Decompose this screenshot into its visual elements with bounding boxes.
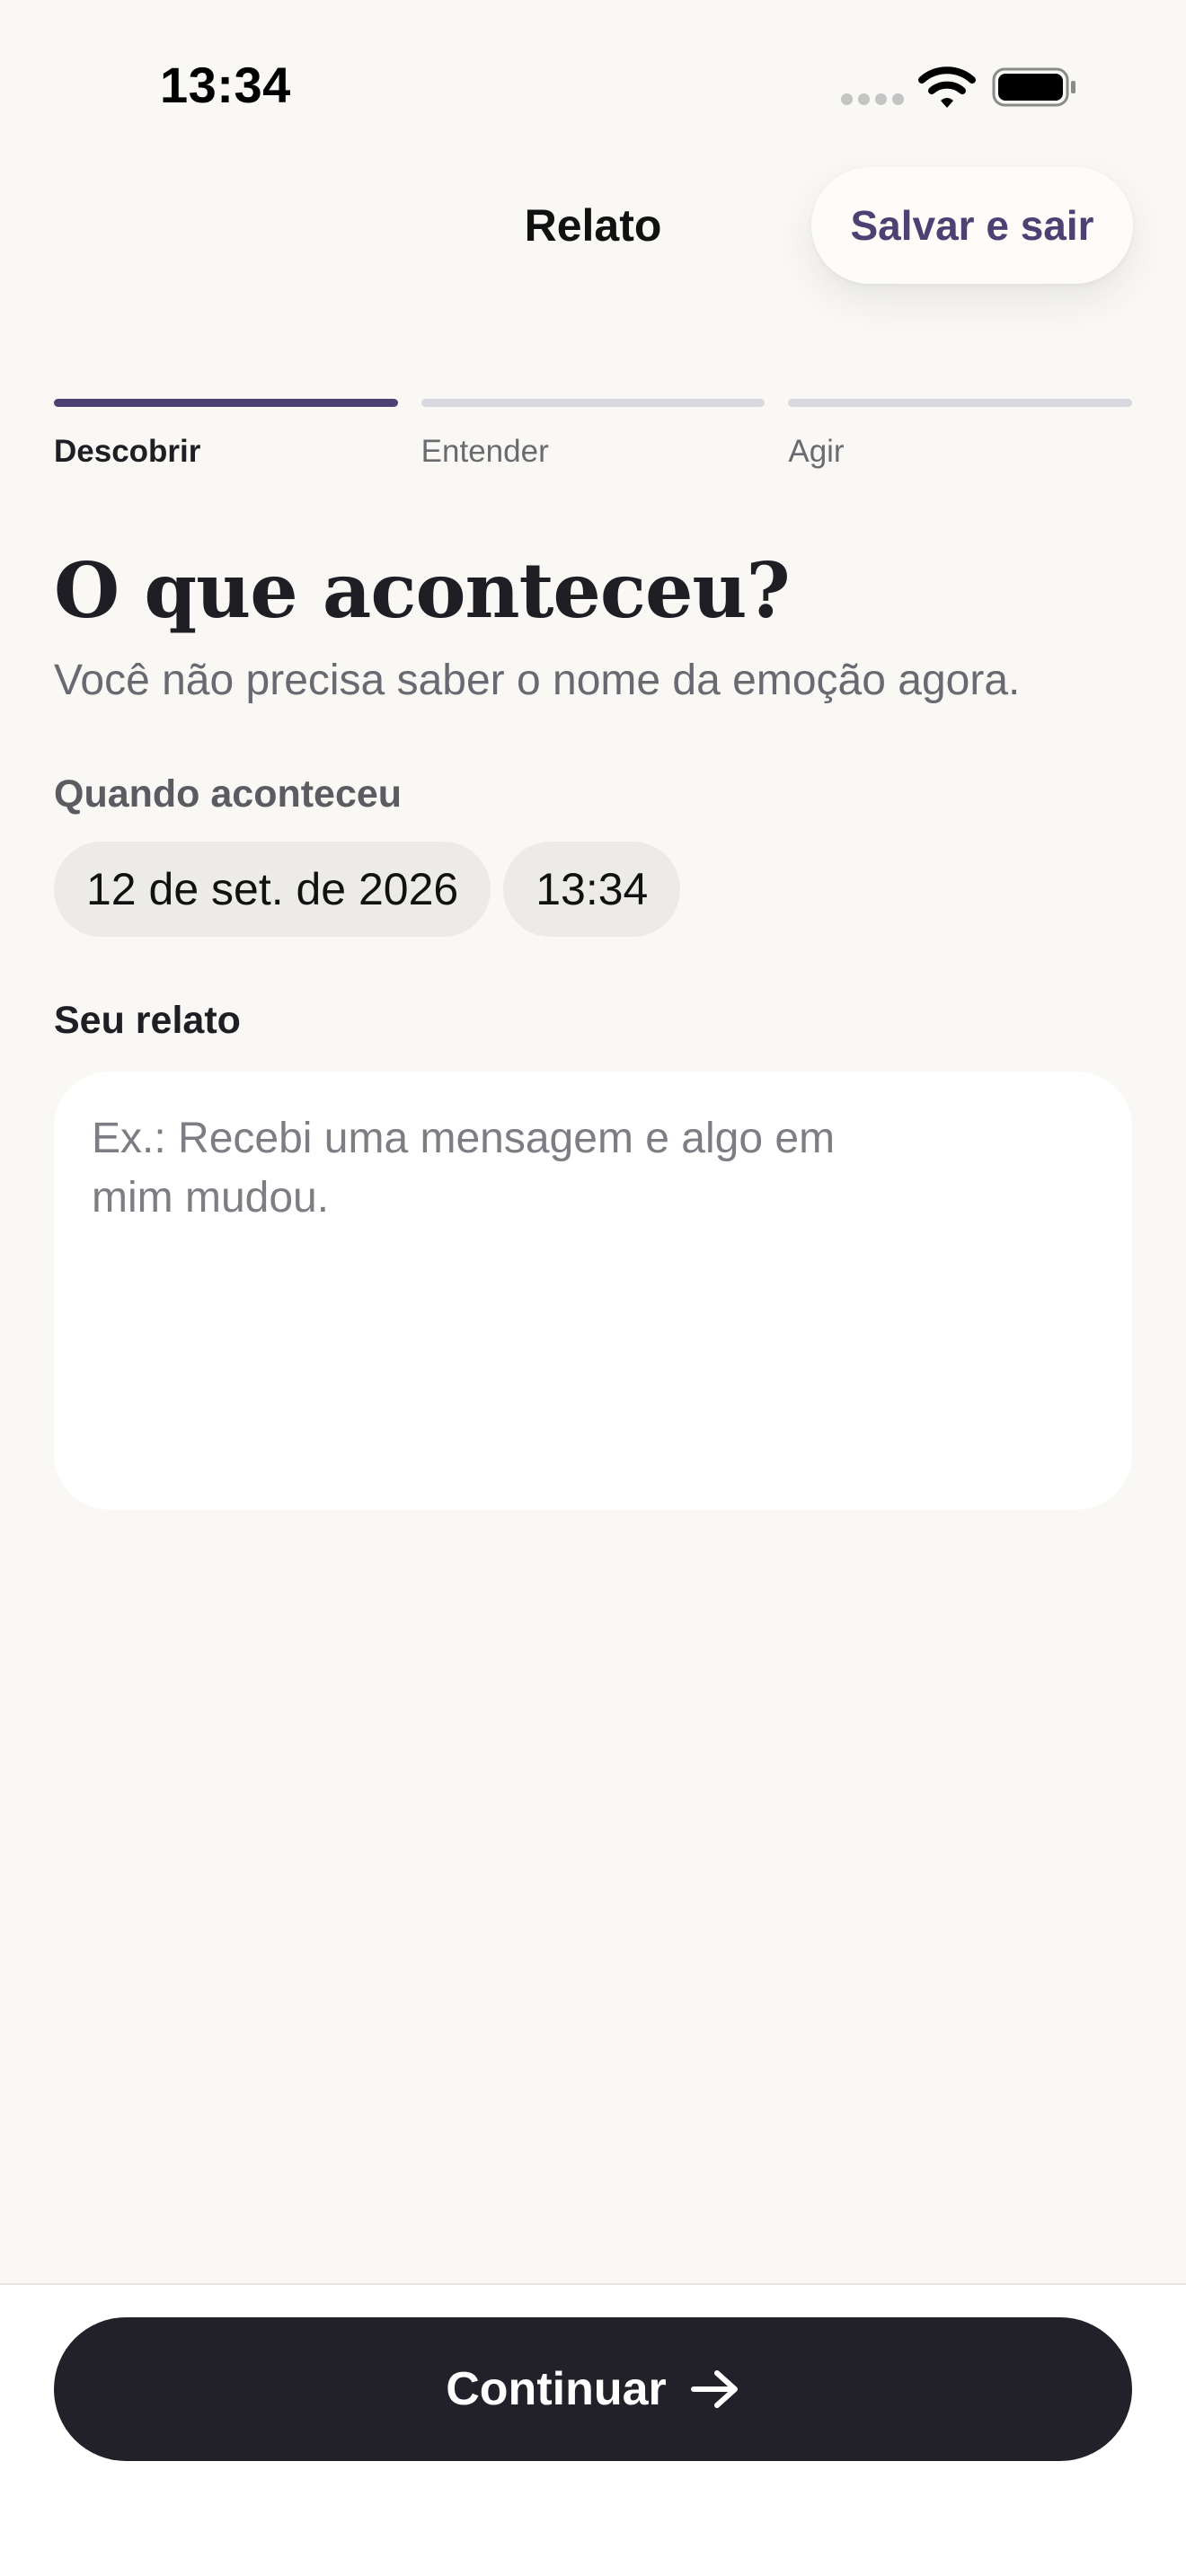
- progress-stepper: Descobrir Entender Agir: [54, 399, 1133, 470]
- continue-label: Continuar: [446, 2363, 667, 2415]
- status-time: 13:34: [160, 57, 291, 113]
- step-discover[interactable]: Descobrir: [54, 399, 398, 470]
- time-picker-button[interactable]: 13:34: [503, 842, 681, 937]
- step-bar: [788, 399, 1133, 407]
- step-label: Descobrir: [54, 434, 201, 469]
- cellular-signal-icon: [841, 93, 904, 105]
- save-and-exit-button[interactable]: Salvar e sair: [811, 167, 1133, 284]
- status-bar: 13:34: [0, 0, 1186, 171]
- step-bar: [420, 399, 766, 407]
- when-label: Quando aconteceu: [54, 772, 403, 816]
- step-understand[interactable]: Entender: [420, 399, 766, 470]
- wifi-icon: [918, 66, 976, 108]
- date-picker-button[interactable]: 12 de set. de 2026: [54, 842, 491, 937]
- step-label: Agir: [788, 434, 845, 469]
- page-subtitle: Você não precisa saber o nome da emoção …: [54, 657, 1021, 704]
- report-screen: 13:34 Relato Salvar e sair Descobrir Ent…: [0, 0, 1186, 2576]
- step-bar: [54, 399, 398, 407]
- report-textarea[interactable]: [54, 1072, 1132, 1510]
- step-act[interactable]: Agir: [788, 399, 1133, 470]
- report-label: Seu relato: [54, 999, 241, 1042]
- continue-button[interactable]: Continuar: [54, 2317, 1132, 2461]
- datetime-chips: 12 de set. de 2026 13:34: [54, 842, 681, 937]
- page-title: O que aconteceu?: [54, 546, 791, 635]
- step-label: Entender: [420, 434, 549, 469]
- arrow-right-icon: [690, 2370, 738, 2408]
- battery-icon: [992, 67, 1075, 107]
